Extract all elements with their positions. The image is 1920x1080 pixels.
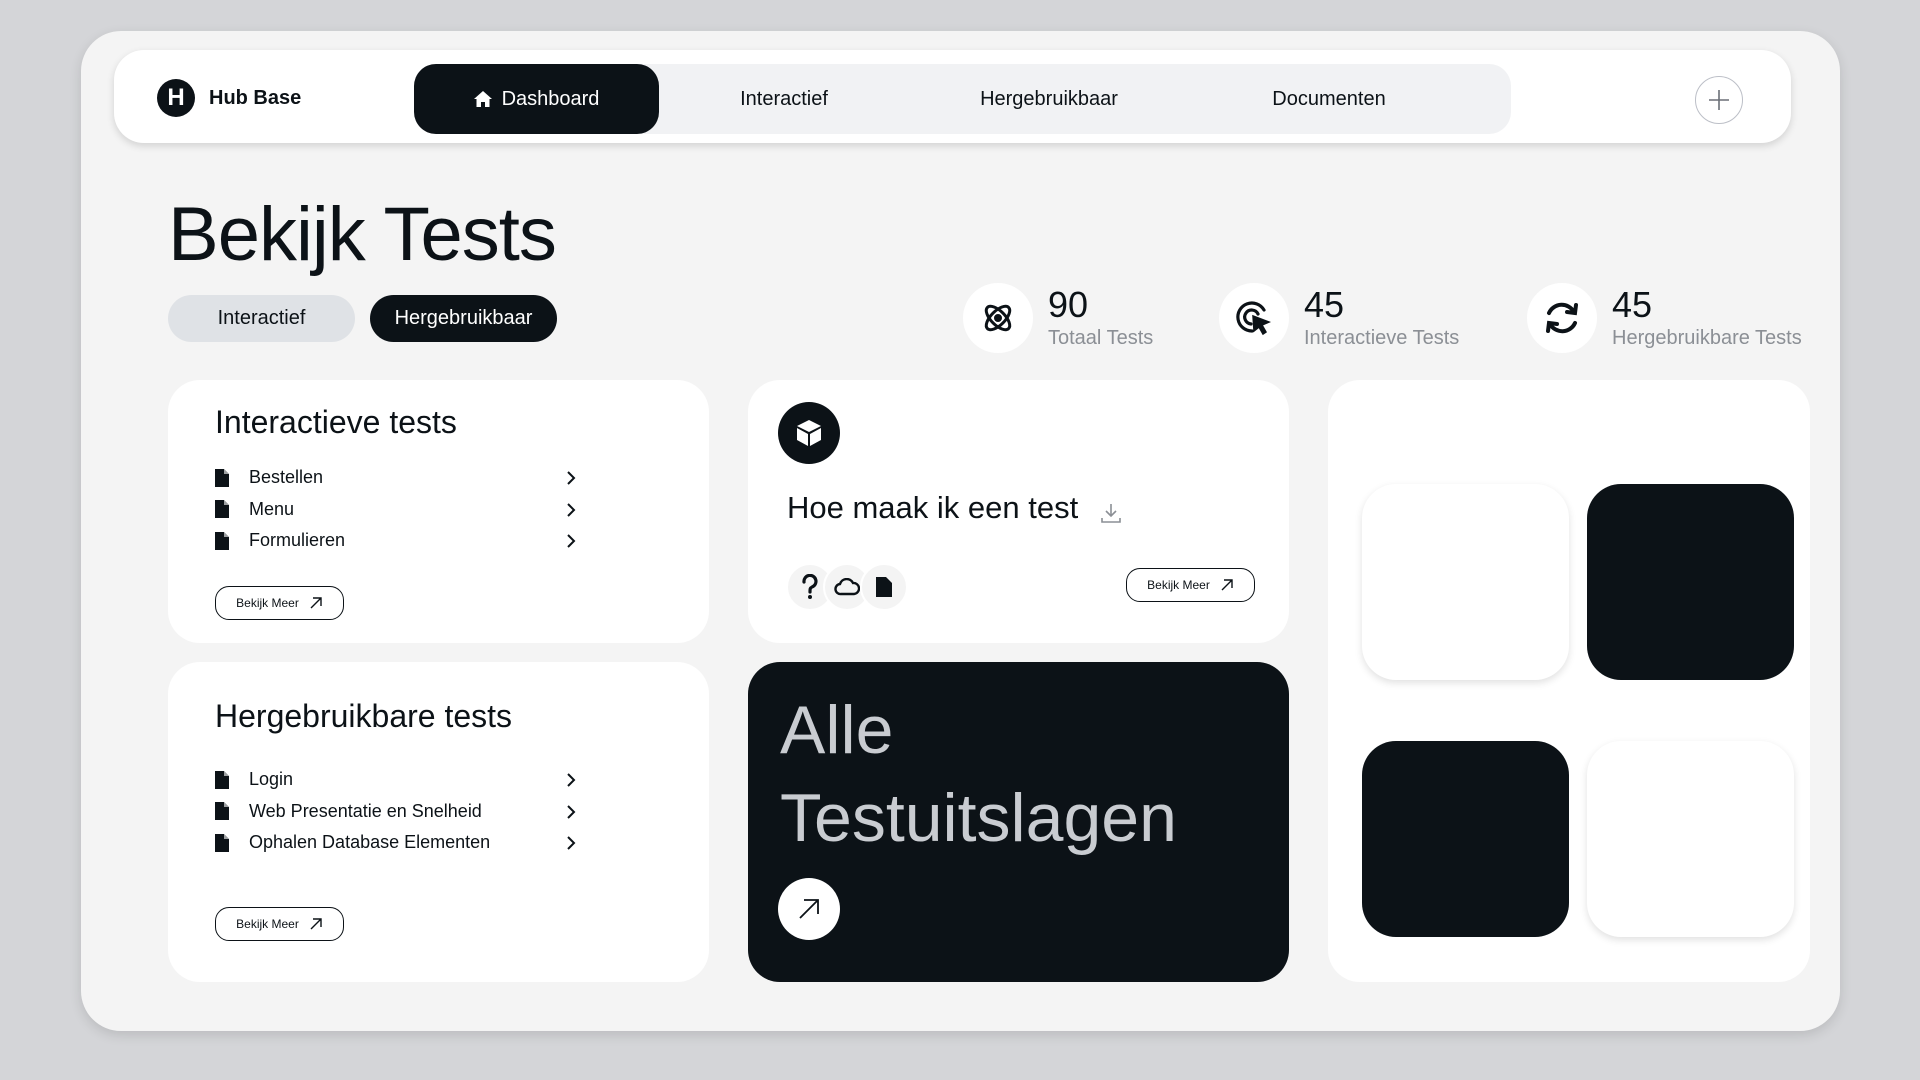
arrow-up-right-icon: [310, 918, 322, 930]
brand-logo-icon: H: [157, 79, 195, 117]
tab-label: Hergebruikbaar: [980, 87, 1118, 110]
tab-hergebruikbaar[interactable]: Hergebruikbaar: [909, 64, 1189, 134]
document-icon: [215, 531, 229, 550]
list-item[interactable]: Web Presentatie en Snelheid: [215, 796, 615, 828]
stat-value: 45: [1304, 284, 1345, 325]
stat-label: Interactieve Tests: [1304, 327, 1460, 349]
arrow-up-right-icon: [799, 899, 819, 919]
reusable-tests-card: Hergebruikbare tests Login Web Presentat…: [168, 662, 709, 982]
list-item[interactable]: Bestellen: [215, 462, 615, 494]
brand[interactable]: H Hub Base: [157, 79, 301, 117]
results-title-line1: Alle: [780, 692, 894, 768]
interactive-tests-card: Interactieve tests Bestellen Menu Formul…: [168, 380, 709, 643]
card-title: Interactieve tests: [215, 404, 457, 440]
cube-icon: [778, 402, 840, 464]
brand-name: Hub Base: [209, 86, 302, 109]
chevron-right-icon: [567, 471, 576, 485]
list-item-label: Bestellen: [249, 467, 324, 488]
reusable-tests-list: Login Web Presentatie en Snelheid Ophale…: [215, 764, 615, 859]
chevron-right-icon: [567, 534, 576, 548]
interactive-tests-list: Bestellen Menu Formulieren: [215, 462, 615, 557]
tab-label: Documenten: [1272, 87, 1386, 110]
tile-black: [1362, 741, 1569, 937]
list-item[interactable]: Ophalen Database Elementen: [215, 827, 615, 859]
refresh-icon: [1527, 283, 1597, 353]
chevron-right-icon: [567, 773, 576, 787]
view-more-button[interactable]: Bekijk Meer: [1126, 568, 1255, 602]
list-item-label: Web Presentatie en Snelheid: [249, 800, 482, 821]
filter-chip-interactief[interactable]: Interactief: [168, 295, 355, 342]
tab-dashboard[interactable]: Dashboard: [414, 64, 659, 134]
stat-value: 90: [1048, 284, 1089, 325]
cursor-click-icon: [1219, 283, 1289, 353]
view-more-label: Bekijk Meer: [236, 917, 299, 931]
document-icon: [215, 770, 229, 789]
page-title: Bekijk Tests: [168, 192, 557, 277]
document-icon: [215, 802, 229, 821]
home-icon: [473, 91, 492, 107]
tile-black: [1587, 484, 1794, 680]
card-title: Hergebruikbare tests: [215, 698, 513, 734]
document-icon[interactable]: [860, 563, 908, 611]
view-more-label: Bekijk Meer: [236, 596, 299, 610]
plus-icon: [1709, 90, 1729, 110]
arrow-up-right-icon: [310, 597, 322, 609]
atom-icon: [963, 283, 1033, 353]
list-item[interactable]: Formulieren: [215, 525, 615, 557]
results-title-line2: Testuitslagen: [780, 780, 1177, 856]
chevron-right-icon: [567, 502, 576, 517]
list-item-label: Login: [249, 769, 294, 790]
add-button[interactable]: [1695, 76, 1743, 124]
stat-label: Hergebruikbare Tests: [1612, 327, 1802, 349]
all-results-card[interactable]: Alle Testuitslagen: [748, 662, 1289, 982]
tiles-card: [1328, 380, 1810, 982]
nav-tabs: Dashboard Interactief Hergebruikbaar Doc…: [414, 64, 1511, 134]
view-more-button[interactable]: Bekijk Meer: [215, 907, 344, 941]
filter-chip-hergebruikbaar[interactable]: Hergebruikbaar: [370, 295, 557, 342]
list-item[interactable]: Menu: [215, 494, 615, 526]
tab-label: Dashboard: [501, 87, 600, 110]
card-title: Hoe maak ik een test: [787, 490, 1079, 525]
tile-white: [1362, 484, 1569, 680]
list-item-label: Ophalen Database Elementen: [249, 832, 491, 853]
chevron-right-icon: [567, 836, 576, 850]
view-more-button[interactable]: Bekijk Meer: [215, 586, 344, 620]
stat-label: Totaal Tests: [1048, 327, 1154, 349]
list-item-label: Formulieren: [249, 530, 346, 551]
arrow-up-right-icon: [1221, 579, 1233, 591]
view-more-label: Bekijk Meer: [1147, 578, 1210, 592]
download-icon[interactable]: [1100, 502, 1122, 524]
list-item[interactable]: Login: [215, 764, 615, 796]
how-to-card: Hoe maak ik een test Bekijk Meer: [748, 380, 1289, 643]
tile-white: [1587, 741, 1794, 937]
tab-label: Interactief: [740, 87, 828, 110]
document-icon: [215, 833, 229, 852]
document-icon: [215, 468, 229, 487]
open-results-button[interactable]: [778, 878, 840, 940]
tab-documenten[interactable]: Documenten: [1189, 64, 1469, 134]
tab-interactief[interactable]: Interactief: [659, 64, 909, 134]
tool-icons: [786, 563, 908, 611]
chevron-right-icon: [567, 804, 576, 819]
results-title: Alle Testuitslagen: [780, 686, 1177, 862]
list-item-label: Menu: [249, 498, 295, 519]
stat-value: 45: [1612, 284, 1653, 325]
top-navigation: H Hub Base Dashboard Interactief Hergebr…: [114, 50, 1791, 143]
document-icon: [215, 500, 229, 519]
